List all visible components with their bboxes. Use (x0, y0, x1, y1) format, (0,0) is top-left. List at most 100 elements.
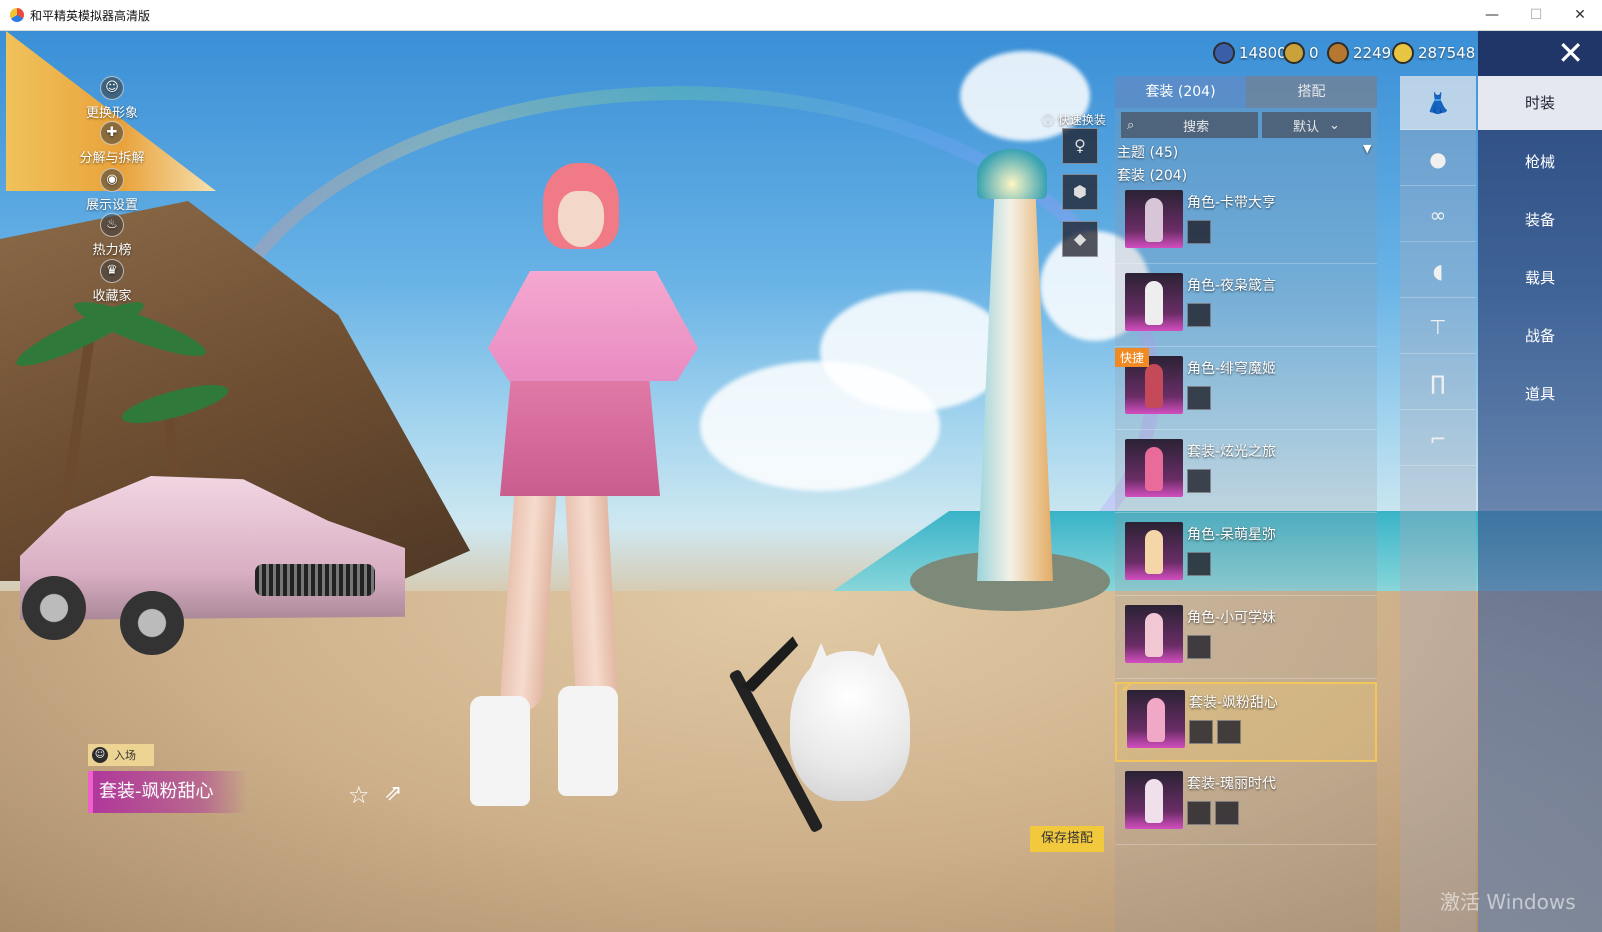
flame-icon: ♨ (100, 213, 124, 237)
list-item[interactable]: 快捷 角色-绯穹魔姬 (1115, 348, 1377, 430)
quick-slot-2[interactable]: ⬢ (1062, 174, 1098, 210)
outfit-name: 角色-呆萌星弥 (1187, 527, 1277, 543)
window-titlebar: 和平精英模拟器高清版 — ☐ ✕ (0, 0, 1602, 31)
left-menu-label: 分解与拆解 (79, 151, 145, 166)
category-name-bar: ✕ 时装 枪械 装备 载具 战备 道具 (1478, 31, 1602, 932)
person-icon: ☺ (100, 76, 124, 100)
left-menu-label: 热力榜 (92, 243, 132, 258)
current-outfit-name: 套装-飒粉甜心 (88, 771, 248, 813)
currency-value: 2249 (1353, 44, 1392, 62)
category-combat-prep[interactable]: 战备 (1478, 309, 1602, 363)
piece-icon (1187, 801, 1211, 825)
gold-a-coin-icon (1283, 42, 1305, 64)
glasses-icon[interactable]: ∞ (1400, 188, 1476, 242)
car-grille (255, 564, 375, 596)
change-appearance-button[interactable]: ☺ 更换形象 (72, 76, 152, 121)
game-viewport: ☺ 更换形象 ✚ 分解与拆解 ◉ 展示设置 ♨ 热力榜 ♛ 收藏家 14800 … (0, 31, 1602, 932)
mask-icon[interactable]: ◖ (1400, 244, 1476, 298)
car-wheel (120, 591, 184, 655)
car-wheel (22, 576, 86, 640)
eye-icon: ◉ (100, 168, 124, 192)
piece-icon (1187, 552, 1211, 576)
chevron-down-icon: ⌄ (1329, 117, 1340, 133)
decompose-button[interactable]: ✚ 分解与拆解 (72, 121, 152, 166)
list-item[interactable]: 套装-炫光之旅 (1115, 433, 1377, 513)
diamond-icon: ◆ (1073, 229, 1087, 248)
quick-slot-3[interactable]: ◆ (1062, 221, 1098, 257)
close-window-button[interactable]: ✕ (1558, 0, 1602, 30)
theme-section-header[interactable]: 主题 (45) ▼ (1117, 142, 1377, 162)
outfit-icon[interactable]: 👗 (1400, 76, 1476, 130)
quick-badge: 快捷 (1115, 348, 1150, 367)
left-menu-label: 更换形象 (85, 106, 138, 121)
outfit-thumbnail (1125, 439, 1183, 497)
character-boot (470, 696, 530, 806)
outfit-list-panel: 套装 (204) 搭配 ⌕ 搜索 默认 ⌄ 主题 (45) ▼ 套装 (204)… (1115, 76, 1377, 932)
currency-value: 0 (1309, 44, 1319, 62)
quick-change-label: ⓘ 快速换装 (1042, 113, 1106, 127)
search-input[interactable]: ⌕ 搜索 (1121, 112, 1258, 138)
heat-ranking-button[interactable]: ♨ 热力榜 (72, 213, 152, 258)
emblem-icon: ⬢ (1073, 182, 1087, 201)
shirt-icon[interactable]: ⊤ (1400, 300, 1476, 354)
tab-sets[interactable]: 套装 (204) (1115, 76, 1246, 108)
outfit-thumbnail (1125, 771, 1183, 829)
list-item[interactable]: 套装-瑰丽时代 (1115, 765, 1377, 845)
outfit-thumbnail (1125, 190, 1183, 248)
piece-icon (1187, 303, 1211, 327)
outfit-name: 角色-小可学妹 (1187, 610, 1277, 626)
piece-icon (1189, 720, 1213, 744)
category-guns[interactable]: 枪械 (1478, 135, 1602, 189)
outfit-name: 角色-卡带大亨 (1187, 195, 1277, 211)
piece-icon (1187, 469, 1211, 493)
piece-icon (1217, 720, 1241, 744)
outfit-name: 套装-飒粉甜心 (1189, 695, 1279, 711)
category-fashion[interactable]: 时装 (1478, 76, 1602, 130)
tab-match[interactable]: 搭配 (1246, 76, 1377, 108)
list-item[interactable]: 角色-夜枭箴言 (1115, 267, 1377, 347)
close-icon[interactable]: ✕ (1478, 31, 1602, 76)
gold-coin-icon (1392, 42, 1414, 64)
character-boot (558, 686, 618, 796)
shoes-icon[interactable]: ⌐ (1400, 412, 1476, 466)
outfit-name: 角色-绯穹魔姬 (1187, 361, 1277, 377)
help-icon[interactable]: ⓘ (1042, 113, 1054, 127)
currency-gold: 287548 (1392, 42, 1475, 64)
minimize-button[interactable]: — (1470, 0, 1514, 30)
category-vehicles[interactable]: 载具 (1478, 251, 1602, 305)
category-items[interactable]: 道具 (1478, 367, 1602, 421)
sets-section-header: 套装 (204) (1117, 168, 1188, 184)
currency-gold-a: 0 (1283, 42, 1319, 64)
list-item[interactable]: 角色-卡带大亨 (1115, 184, 1377, 264)
outfit-name: 角色-夜枭箴言 (1187, 278, 1277, 294)
display-settings-button[interactable]: ◉ 展示设置 (72, 168, 152, 213)
quick-slot-1[interactable]: ♀ (1062, 128, 1098, 164)
list-item[interactable]: 角色-呆萌星弥 (1115, 516, 1377, 596)
collector-button[interactable]: ♛ 收藏家 (72, 259, 152, 304)
sort-dropdown[interactable]: 默认 ⌄ (1261, 112, 1371, 138)
piece-icon (1187, 635, 1211, 659)
glove-icon[interactable]: ● (1400, 132, 1476, 186)
outfit-thumbnail (1125, 522, 1183, 580)
piece-icon (1187, 220, 1211, 244)
pants-icon[interactable]: ∏ (1400, 356, 1476, 410)
share-icon[interactable]: ⇗ (384, 781, 402, 806)
list-item-selected[interactable]: ✔ 套装-飒粉甜心 (1115, 680, 1377, 762)
piece-icon (1187, 386, 1211, 410)
collector-icon: ♛ (100, 259, 124, 283)
favorite-star-icon[interactable]: ☆ (348, 781, 370, 809)
entry-animation-tag[interactable]: ☺ 入场 (88, 744, 154, 766)
save-outfit-button[interactable]: 保存搭配 (1030, 826, 1104, 852)
maximize-button[interactable]: ☐ (1514, 0, 1558, 30)
windows-activation-watermark: 激活 Windows (1440, 890, 1576, 914)
list-item[interactable]: 角色-小可学妹 (1115, 599, 1377, 679)
category-equipment[interactable]: 装备 (1478, 193, 1602, 247)
character-thumb-icon: ♀ (1074, 136, 1086, 155)
category-icon-bar: 👗 ● ∞ ◖ ⊤ ∏ ⌐ (1400, 76, 1476, 932)
outfit-thumbnail (1125, 605, 1183, 663)
currency-value: 14800 (1239, 44, 1287, 62)
lighthouse-lamp (977, 149, 1047, 199)
left-menu-label: 收藏家 (92, 289, 132, 304)
outfit-thumbnail (1125, 273, 1183, 331)
app-icon (10, 8, 24, 22)
